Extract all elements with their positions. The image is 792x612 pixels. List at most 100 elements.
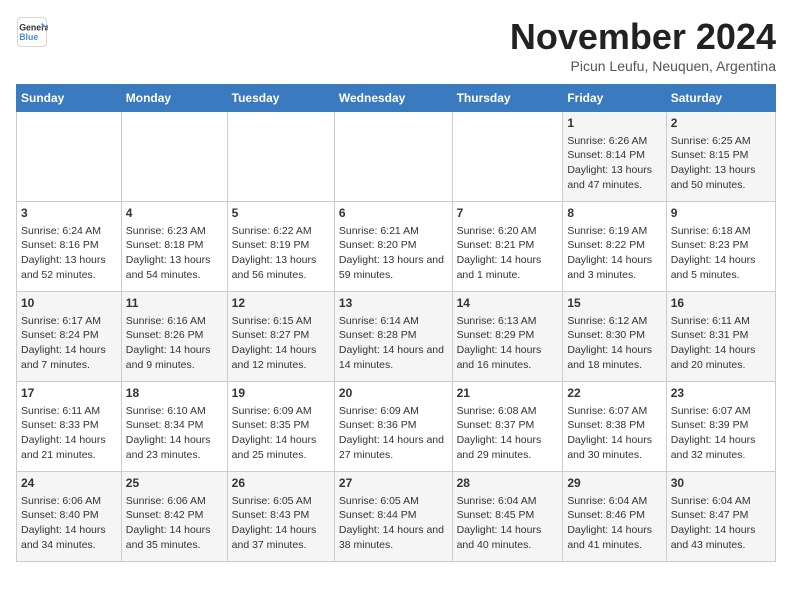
calendar-cell: 24Sunrise: 6:06 AMSunset: 8:40 PMDayligh… [17, 472, 122, 562]
week-row-5: 24 Sunrise: 6:06 AM Sunset: 8:40 PM Dayligh… [17, 472, 776, 562]
day-info: Sunrise: 6:21 AM [339, 224, 448, 239]
calendar-cell: 27Sunrise: 6:05 AMSunset: 8:44 PMDayligh… [334, 472, 452, 562]
calendar-cell: 10Sunrise: 6:17 AMSunset: 8:24 PMDayligh… [17, 292, 122, 382]
day-number: 1 [567, 115, 661, 132]
day-info: Sunset: 8:22 PM [567, 238, 661, 253]
day-info: Sunset: 8:38 PM [567, 418, 661, 433]
day-info: Daylight: 13 hours and 52 minutes. [21, 253, 117, 282]
day-number: 16 [671, 295, 771, 312]
day-info: Sunset: 8:16 PM [21, 238, 117, 253]
day-info: Sunrise: 6:07 AM [671, 404, 771, 419]
calendar-cell [17, 112, 122, 202]
day-number: 24 [21, 475, 117, 492]
day-info: Daylight: 14 hours and 41 minutes. [567, 523, 661, 552]
calendar-cell: 6Sunrise: 6:21 AMSunset: 8:20 PMDaylight… [334, 202, 452, 292]
day-info: Sunrise: 6:11 AM [21, 404, 117, 419]
month-title: November 2024 [510, 16, 776, 58]
day-info: Daylight: 13 hours and 47 minutes. [567, 163, 661, 192]
day-info: Daylight: 13 hours and 59 minutes. [339, 253, 448, 282]
day-number: 26 [232, 475, 330, 492]
day-info: Sunrise: 6:19 AM [567, 224, 661, 239]
calendar-cell: 9Sunrise: 6:18 AMSunset: 8:23 PMDaylight… [666, 202, 775, 292]
calendar-cell: 17Sunrise: 6:11 AMSunset: 8:33 PMDayligh… [17, 382, 122, 472]
day-info: Sunrise: 6:14 AM [339, 314, 448, 329]
day-info: Sunset: 8:29 PM [457, 328, 559, 343]
calendar-cell: 15Sunrise: 6:12 AMSunset: 8:30 PMDayligh… [563, 292, 666, 382]
calendar-cell [227, 112, 334, 202]
day-info: Sunset: 8:30 PM [567, 328, 661, 343]
day-info: Daylight: 14 hours and 32 minutes. [671, 433, 771, 462]
day-number: 3 [21, 205, 117, 222]
calendar-cell: 28Sunrise: 6:04 AMSunset: 8:45 PMDayligh… [452, 472, 563, 562]
day-number: 28 [457, 475, 559, 492]
calendar-header: Sunday Monday Tuesday Wednesday Thursday… [17, 85, 776, 112]
day-number: 21 [457, 385, 559, 402]
day-number: 2 [671, 115, 771, 132]
day-info: Sunrise: 6:05 AM [232, 494, 330, 509]
day-info: Daylight: 14 hours and 12 minutes. [232, 343, 330, 372]
calendar-cell: 3 Sunrise: 6:24 AMSunset: 8:16 PMDaylight… [17, 202, 122, 292]
week-row-4: 17Sunrise: 6:11 AMSunset: 8:33 PMDayligh… [17, 382, 776, 472]
calendar-table: Sunday Monday Tuesday Wednesday Thursday… [16, 84, 776, 562]
day-number: 12 [232, 295, 330, 312]
day-info: Daylight: 14 hours and 21 minutes. [21, 433, 117, 462]
day-info: Sunset: 8:47 PM [671, 508, 771, 523]
day-number: 25 [126, 475, 223, 492]
calendar-cell: 22Sunrise: 6:07 AMSunset: 8:38 PMDayligh… [563, 382, 666, 472]
calendar-cell: 29Sunrise: 6:04 AMSunset: 8:46 PMDayligh… [563, 472, 666, 562]
day-info: Daylight: 14 hours and 7 minutes. [21, 343, 117, 372]
day-info: Sunrise: 6:13 AM [457, 314, 559, 329]
calendar-cell: 13Sunrise: 6:14 AMSunset: 8:28 PMDayligh… [334, 292, 452, 382]
day-number: 19 [232, 385, 330, 402]
day-info: Sunset: 8:34 PM [126, 418, 223, 433]
day-info: Sunrise: 6:10 AM [126, 404, 223, 419]
calendar-cell: 30Sunrise: 6:04 AMSunset: 8:47 PMDayligh… [666, 472, 775, 562]
day-info: Sunset: 8:37 PM [457, 418, 559, 433]
day-info: Sunrise: 6:22 AM [232, 224, 330, 239]
calendar-cell: 2Sunrise: 6:25 AMSunset: 8:15 PMDaylight… [666, 112, 775, 202]
day-info: Daylight: 14 hours and 3 minutes. [567, 253, 661, 282]
header-tuesday: Tuesday [227, 85, 334, 112]
page-header: General Blue November 2024 Picun Leufu, … [16, 16, 776, 74]
day-info: Sunset: 8:40 PM [21, 508, 117, 523]
day-info: Daylight: 14 hours and 27 minutes. [339, 433, 448, 462]
day-number: 17 [21, 385, 117, 402]
day-number: 18 [126, 385, 223, 402]
day-info: Sunrise: 6:04 AM [567, 494, 661, 509]
day-info: Daylight: 14 hours and 9 minutes. [126, 343, 223, 372]
header-wednesday: Wednesday [334, 85, 452, 112]
day-info: Sunrise: 6:09 AM [232, 404, 330, 419]
day-info: Daylight: 14 hours and 29 minutes. [457, 433, 559, 462]
day-info: Sunrise: 6:09 AM [339, 404, 448, 419]
day-number: 8 [567, 205, 661, 222]
day-info: Sunrise: 6:06 AM [126, 494, 223, 509]
day-number: 10 [21, 295, 117, 312]
day-info: Daylight: 14 hours and 43 minutes. [671, 523, 771, 552]
day-info: Daylight: 13 hours and 56 minutes. [232, 253, 330, 282]
day-info: Sunrise: 6:05 AM [339, 494, 448, 509]
calendar-cell: 12Sunrise: 6:15 AMSunset: 8:27 PMDayligh… [227, 292, 334, 382]
calendar-cell: 8 Sunrise: 6:19 AMSunset: 8:22 PMDaylight… [563, 202, 666, 292]
day-info: Sunset: 8:26 PM [126, 328, 223, 343]
day-info: Daylight: 14 hours and 16 minutes. [457, 343, 559, 372]
day-info: Sunrise: 6:24 AM [21, 224, 117, 239]
day-info: Sunset: 8:46 PM [567, 508, 661, 523]
calendar-cell: 19Sunrise: 6:09 AMSunset: 8:35 PMDayligh… [227, 382, 334, 472]
header-monday: Monday [121, 85, 227, 112]
calendar-cell: 18 Sunrise: 6:10 AMSunset: 8:34 PMDayligh… [121, 382, 227, 472]
calendar-cell: 5Sunrise: 6:22 AMSunset: 8:19 PMDaylight… [227, 202, 334, 292]
day-info: Sunset: 8:14 PM [567, 148, 661, 163]
week-row-1: 1Sunrise: 6:26 AMSunset: 8:14 PMDaylight… [17, 112, 776, 202]
day-info: Sunrise: 6:04 AM [671, 494, 771, 509]
day-info: Daylight: 14 hours and 5 minutes. [671, 253, 771, 282]
calendar-cell: 25Sunrise: 6:06 AMSunset: 8:42 PMDayligh… [121, 472, 227, 562]
day-info: Daylight: 14 hours and 35 minutes. [126, 523, 223, 552]
day-info: Daylight: 14 hours and 23 minutes. [126, 433, 223, 462]
day-number: 5 [232, 205, 330, 222]
day-info: Sunset: 8:15 PM [671, 148, 771, 163]
day-info: Daylight: 14 hours and 1 minute. [457, 253, 559, 282]
day-info: Sunrise: 6:16 AM [126, 314, 223, 329]
day-info: Daylight: 13 hours and 50 minutes. [671, 163, 771, 192]
week-row-3: 10Sunrise: 6:17 AMSunset: 8:24 PMDayligh… [17, 292, 776, 382]
day-info: Sunset: 8:31 PM [671, 328, 771, 343]
